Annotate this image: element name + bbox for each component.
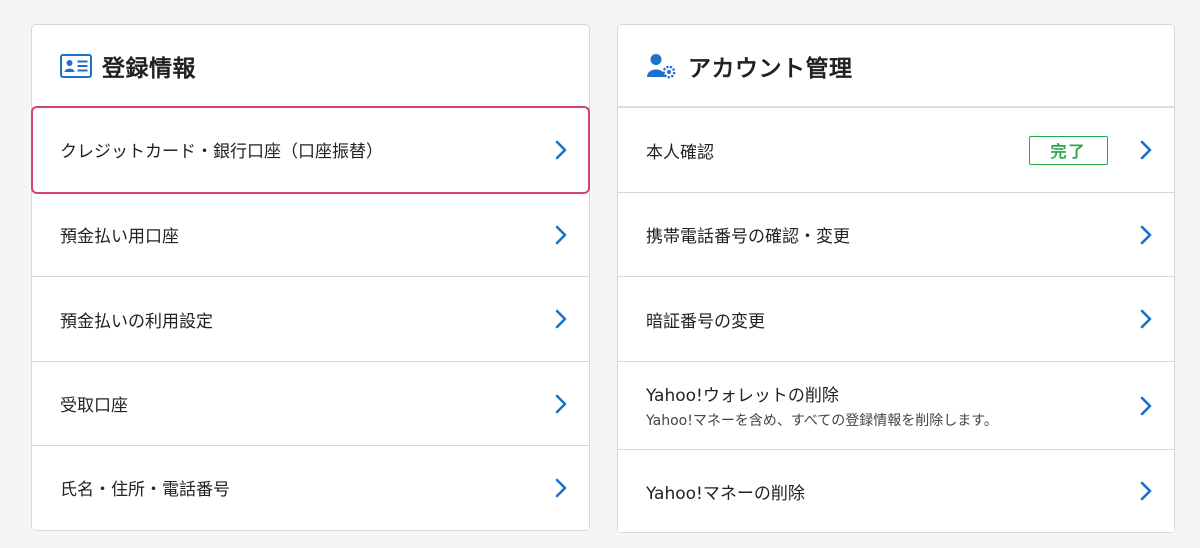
list-item-label: クレジットカード・銀行口座（口座振替） <box>60 142 383 162</box>
list-item-deposit-payment-account[interactable]: 預金払い用口座 <box>32 193 589 277</box>
list-item-label: 預金払い用口座 <box>60 227 179 247</box>
chevron-right-icon <box>555 225 567 244</box>
list-item-label: 携帯電話番号の確認・変更 <box>646 227 850 247</box>
list-item-receiving-account[interactable]: 受取口座 <box>32 362 589 446</box>
status-badge: 完了 <box>1029 135 1108 165</box>
user-gear-icon <box>646 53 678 79</box>
list-item-text: Yahoo!ウォレットの削除 Yahoo!マネーを含め、すべての登録情報を削除し… <box>646 381 1126 430</box>
chevron-right-icon <box>555 309 567 329</box>
list-item-delete-wallet[interactable]: Yahoo!ウォレットの削除 Yahoo!マネーを含め、すべての登録情報を削除し… <box>618 362 1174 450</box>
chevron-right-icon <box>1140 309 1152 329</box>
id-card-icon <box>60 53 92 79</box>
panel-title: 登録情報 <box>102 56 196 82</box>
list-item-delete-money[interactable]: Yahoo!マネーの削除 <box>618 450 1174 532</box>
chevron-right-icon <box>555 394 567 413</box>
list-item-pin-change[interactable]: 暗証番号の変更 <box>618 277 1174 362</box>
account-management-panel: アカウント管理 本人確認 完了 携帯電話番号の確認・変更 暗証番号の変更 Yah… <box>617 24 1175 533</box>
registration-info-panel: 登録情報 クレジットカード・銀行口座（口座振替） 預金払い用口座 預金払いの利用… <box>31 24 590 531</box>
list-item-identity-verification[interactable]: 本人確認 完了 <box>618 108 1174 193</box>
chevron-right-icon <box>555 140 567 159</box>
chevron-right-icon <box>1140 396 1152 415</box>
list-item-label: Yahoo!マネーの削除 <box>646 483 805 504</box>
list-item-mobile-number[interactable]: 携帯電話番号の確認・変更 <box>618 193 1174 277</box>
chevron-right-icon <box>1140 225 1152 244</box>
chevron-right-icon <box>1140 481 1152 501</box>
list-item-sublabel: Yahoo!マネーを含め、すべての登録情報を削除します。 <box>646 413 998 429</box>
account-management-header: アカウント管理 <box>618 25 1174 108</box>
list-item-label: 受取口座 <box>60 396 128 416</box>
chevron-right-icon <box>555 478 567 497</box>
registration-info-header: 登録情報 <box>32 25 589 108</box>
chevron-right-icon <box>1140 140 1152 160</box>
list-item-label: Yahoo!ウォレットの削除 <box>646 386 839 406</box>
list-item-label: 暗証番号の変更 <box>646 311 765 332</box>
list-item-credit-card-bank[interactable]: クレジットカード・銀行口座（口座振替） <box>31 106 590 194</box>
list-item-label: 本人確認 <box>646 142 714 163</box>
list-item-name-address-phone[interactable]: 氏名・住所・電話番号 <box>32 446 589 529</box>
list-item-label: 氏名・住所・電話番号 <box>60 480 230 500</box>
list-item-deposit-payment-settings[interactable]: 預金払いの利用設定 <box>32 277 589 362</box>
list-item-label: 預金払いの利用設定 <box>60 311 213 332</box>
panel-title: アカウント管理 <box>688 55 853 82</box>
